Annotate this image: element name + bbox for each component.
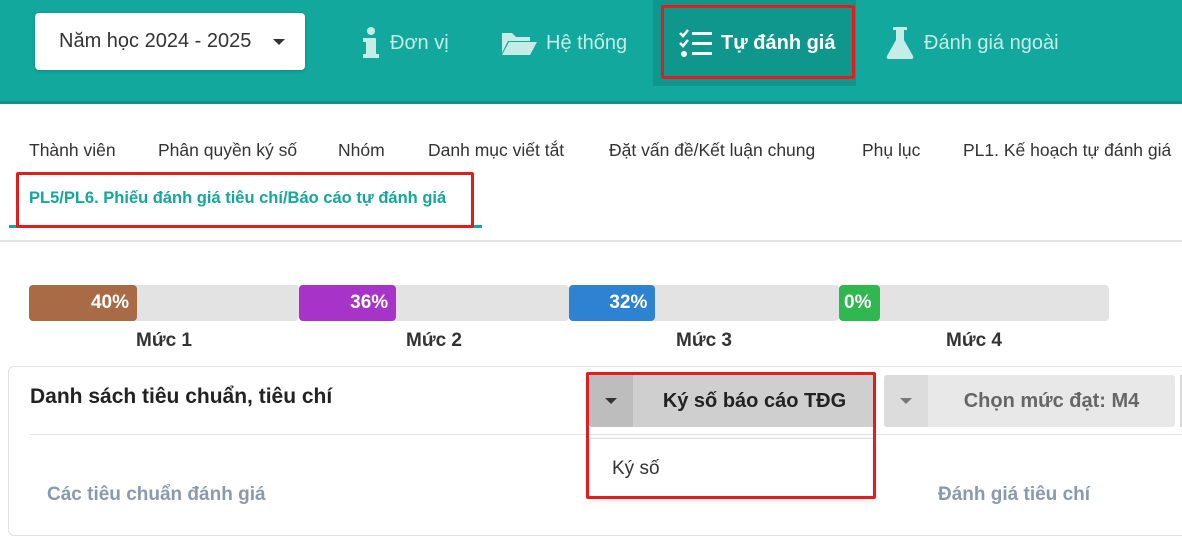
progress-fill: 0%	[839, 285, 880, 321]
progress-percent: 40%	[90, 292, 129, 313]
chevron-down-icon[interactable]	[884, 375, 928, 427]
card-divider	[30, 434, 1182, 435]
tab-pl1[interactable]: PL1. Kế hoạch tự đánh giá	[963, 140, 1171, 161]
tab-danh-muc-viet-tat[interactable]: Danh mục viết tắt	[428, 140, 564, 161]
ky-so-bao-cao-button[interactable]: Ký số báo cáo TĐG	[589, 375, 876, 427]
level-3-progress: 32%	[569, 285, 839, 321]
tab-pl5-pl6[interactable]: PL5/PL6. Phiếu đánh giá tiêu chí/Báo cáo…	[29, 189, 446, 208]
nav-label: Tự đánh giá	[721, 31, 836, 54]
progress-percent: 36%	[350, 292, 389, 313]
active-tab-indicator	[9, 225, 482, 228]
chevron-down-icon[interactable]	[589, 375, 633, 427]
level-1-label: Mức 1	[136, 330, 192, 351]
school-year-value: Năm học 2024 - 2025	[59, 30, 252, 52]
tabs-divider	[0, 240, 1182, 242]
menu-item-ky-so[interactable]: Ký số	[612, 458, 660, 480]
nav-tu-danh-gia[interactable]: Tự đánh giá	[653, 0, 856, 86]
level-4-progress: 0%	[839, 285, 1109, 321]
info-icon	[363, 27, 379, 58]
column-header-tieu-chuan: Các tiêu chuẩn đánh giá	[47, 484, 266, 505]
chon-muc-dat-button[interactable]: Chọn mức đạt: M4	[884, 375, 1175, 427]
nav-don-vi[interactable]: Đơn vị	[360, 0, 449, 86]
chevron-down-icon	[273, 39, 285, 45]
chon-muc-dat-label: Chọn mức đạt: M4	[963, 389, 1140, 412]
progress-track	[839, 285, 1109, 321]
nav-label: Đơn vị	[390, 31, 449, 54]
progress-fill: 40%	[29, 285, 137, 321]
tab-phan-quyen-ky-so[interactable]: Phân quyền ký số	[158, 140, 297, 161]
level-1-progress: 40%	[29, 285, 299, 321]
top-header: Năm học 2024 - 2025 Đơn vị Hệ thống Tự đ…	[0, 0, 1182, 104]
tab-nhom[interactable]: Nhóm	[338, 140, 385, 161]
tab-dat-van-de[interactable]: Đặt vấn đề/Kết luận chung	[609, 140, 815, 161]
nav-label: Hệ thống	[546, 31, 628, 54]
level-2-progress: 36%	[299, 285, 569, 321]
nav-he-thong[interactable]: Hệ thống	[500, 0, 627, 86]
column-header-danh-gia: Đánh giá tiêu chí	[938, 484, 1091, 505]
level-2-label: Mức 2	[406, 330, 462, 351]
ky-so-dropdown-menu: Ký số	[589, 438, 875, 498]
progress-percent: 32%	[609, 292, 648, 313]
folder-open-icon	[502, 33, 537, 55]
ky-so-bao-cao-label: Ký số báo cáo TĐG	[633, 375, 876, 427]
level-4-label: Mức 4	[946, 330, 1002, 351]
nav-label: Đánh giá ngoài	[924, 31, 1059, 54]
task-list-icon	[679, 29, 712, 57]
school-year-select[interactable]: Năm học 2024 - 2025	[35, 13, 305, 70]
progress-fill: 36%	[299, 285, 397, 321]
card-title: Danh sách tiêu chuẩn, tiêu chí	[30, 385, 333, 408]
flask-icon	[886, 27, 914, 59]
tab-thanh-vien[interactable]: Thành viên	[29, 140, 116, 161]
nav-danh-gia-ngoai[interactable]: Đánh giá ngoài	[884, 0, 1059, 86]
sub-tabs: Thành viên Phân quyền ký số Nhóm Danh mụ…	[0, 140, 1182, 164]
progress-percent: 0%	[844, 292, 872, 313]
tab-phu-luc[interactable]: Phụ lục	[862, 140, 920, 161]
level-3-label: Mức 3	[676, 330, 732, 351]
progress-fill: 32%	[569, 285, 656, 321]
